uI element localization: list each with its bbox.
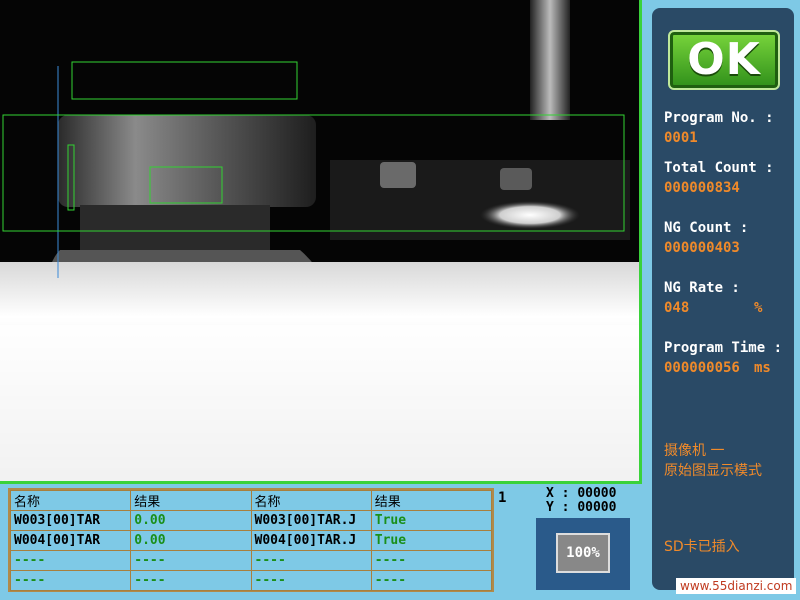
page-index: 1: [498, 490, 507, 506]
cell-name: ----: [9, 570, 132, 591]
table-row[interactable]: W004[00]TAR 0.00 W004[00]TAR.J True: [9, 530, 493, 551]
ng-rate-value: 048: [664, 300, 690, 316]
cell-name: W004[00]TAR.J: [250, 530, 372, 551]
ng-rate-label: NG Rate :: [664, 280, 740, 296]
header-name-1: 名称: [9, 490, 132, 511]
program-no-value: 0001: [664, 130, 698, 146]
watermark: www.55dianzi.com: [676, 578, 797, 594]
ng-count-label: NG Count :: [664, 220, 749, 236]
table-row[interactable]: ---- ---- ---- ----: [9, 550, 493, 571]
zoom-button[interactable]: 100%: [556, 533, 610, 573]
cell-name: W004[00]TAR: [9, 530, 132, 551]
program-time-value: 000000056: [664, 360, 740, 376]
x-label: X :: [546, 486, 570, 501]
table-row[interactable]: W003[00]TAR 0.00 W003[00]TAR.J True: [9, 510, 493, 531]
cell-name: W003[00]TAR: [9, 510, 132, 531]
header-result-1: 结果: [130, 490, 252, 511]
y-value: 00000: [577, 500, 617, 515]
cell-name: ----: [250, 550, 372, 571]
program-time-label: Program Time :: [664, 340, 783, 356]
cell-name: ----: [250, 570, 372, 591]
total-count-label: Total Count :: [664, 160, 774, 176]
cell-result: ----: [130, 550, 252, 571]
y-label: Y :: [546, 500, 570, 515]
sd-card-status: SD卡已插入: [664, 539, 740, 555]
total-count-value: 000000834: [664, 180, 740, 196]
ng-count-value: 000000403: [664, 240, 740, 256]
table-row[interactable]: ---- ---- ---- ----: [9, 570, 493, 591]
cell-name: W003[00]TAR.J: [250, 510, 372, 531]
header-name-2: 名称: [250, 490, 372, 511]
camera-label: 摄像机 一: [664, 443, 725, 459]
display-mode-label: 原始图显示模式: [664, 463, 762, 479]
cell-result: True: [370, 530, 493, 551]
cell-result: ----: [370, 570, 493, 591]
camera-image: [0, 0, 639, 481]
cell-name: ----: [9, 550, 132, 571]
x-value: 00000: [577, 486, 617, 501]
header-result-2: 结果: [370, 490, 493, 511]
cell-result: ----: [130, 570, 252, 591]
cell-result: 0.00: [130, 510, 252, 531]
program-time-unit: ms: [754, 360, 771, 376]
ng-rate-unit: %: [754, 300, 763, 316]
status-badge: OK: [668, 30, 780, 90]
program-no-label: Program No. :: [664, 110, 774, 126]
cell-result: 0.00: [130, 530, 252, 551]
cell-result: True: [370, 510, 493, 531]
zoom-panel: 100%: [536, 518, 630, 590]
cursor-coordinates: X : 00000 Y : 00000: [546, 487, 616, 515]
info-panel: OK Program No. : 0001 Total Count : 0000…: [652, 8, 794, 590]
table-header-row: 名称 结果 名称 结果: [9, 490, 493, 511]
camera-viewport[interactable]: [0, 0, 642, 484]
results-table: 名称 结果 名称 结果 W003[00]TAR 0.00 W003[00]TAR…: [8, 488, 494, 592]
cell-result: ----: [370, 550, 493, 571]
